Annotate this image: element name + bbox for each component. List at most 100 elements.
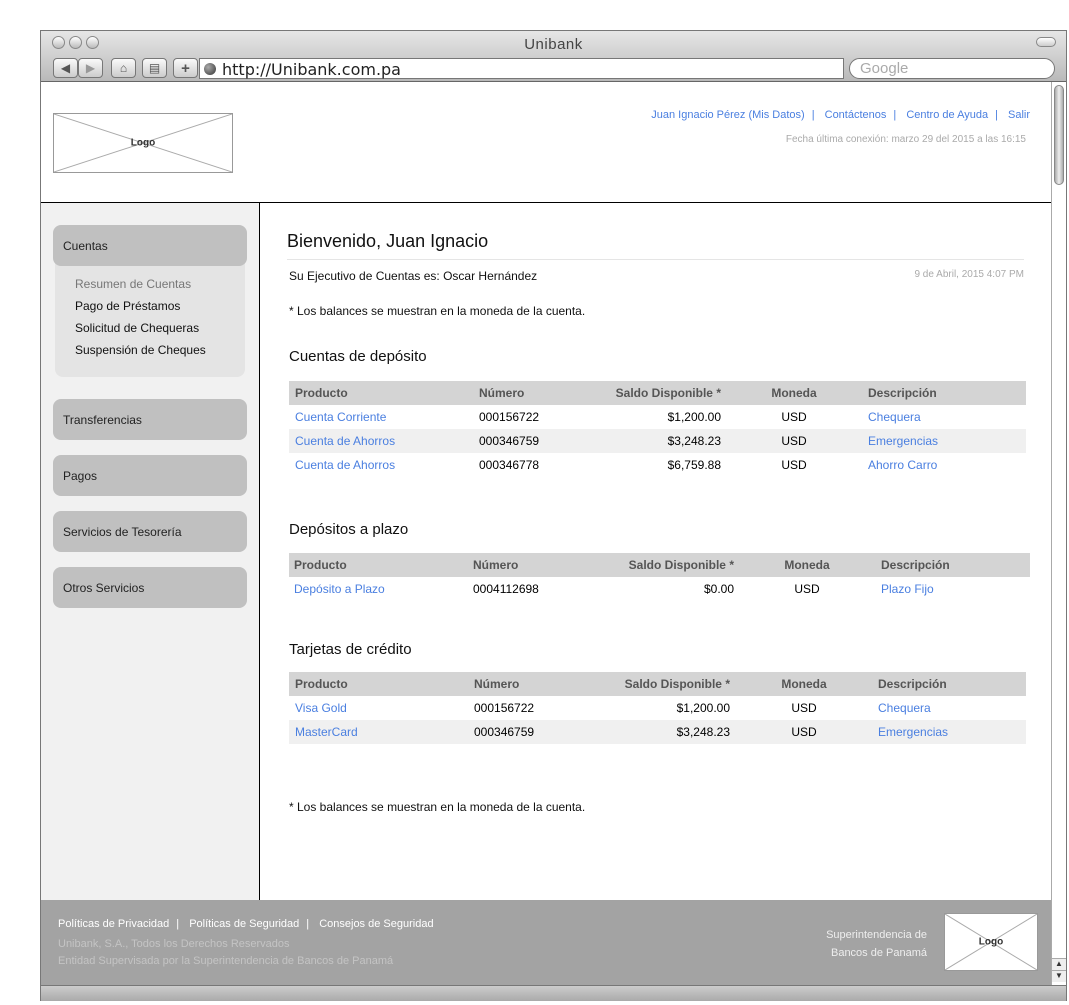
status-bar — [41, 985, 1066, 1001]
search-input[interactable]: Google — [849, 58, 1055, 79]
logo: Logo — [53, 113, 233, 173]
description-link[interactable]: Chequera — [878, 701, 931, 715]
current-datetime: 9 de Abril, 2015 4:07 PM — [914, 269, 1024, 280]
cuentas-submenu: Resumen de Cuentas Pago de Préstamos Sol… — [55, 251, 245, 377]
site-footer: Políticas de Privacidad | Políticas de Se… — [41, 900, 1051, 985]
submenu-pago-prestamos[interactable]: Pago de Préstamos — [75, 299, 180, 313]
accounts-table: Producto Número Saldo Disponible * Moneda De… — [289, 381, 1026, 477]
account-number: 000346759 — [479, 434, 540, 448]
cell-text: USD — [781, 434, 807, 448]
product-link[interactable]: Cuenta de Ahorros — [295, 458, 395, 472]
column-header: Producto — [294, 558, 347, 572]
divider — [287, 259, 1024, 260]
column-header: Saldo Disponible * — [624, 677, 730, 691]
column-header: Descripción — [878, 677, 947, 691]
accounts-table: Producto Número Saldo Disponible * Moneda De… — [289, 553, 1030, 601]
column-header: Número — [479, 386, 525, 400]
url-text: http://Unibank.com.pa — [222, 60, 401, 79]
scroll-up-icon[interactable]: ▲ — [1052, 958, 1066, 970]
superintendencia-label: Superintendencia de Bancos de Panamá — [826, 926, 927, 962]
submenu-solicitud-chequeras[interactable]: Solicitud de Chequeras — [75, 321, 199, 335]
globe-icon — [204, 63, 216, 75]
description-link[interactable]: Plazo Fijo — [881, 582, 934, 596]
product-link[interactable]: Depósito a Plazo — [294, 582, 385, 596]
home-icon[interactable]: ⌂ — [111, 58, 136, 78]
sidebar-item-otros-servicios[interactable]: Otros Servicios — [53, 567, 247, 608]
copyright: Unibank, S.A., Todos los Derechos Reserv… — [58, 938, 290, 950]
account-number: 000156722 — [474, 701, 535, 715]
footer-links: Políticas de Privacidad | Políticas de Se… — [58, 918, 434, 930]
scroll-thumb[interactable] — [1054, 85, 1064, 185]
section-title: Cuentas de depósito — [289, 348, 427, 365]
add-bookmark-icon[interactable]: + — [173, 58, 198, 78]
description-link[interactable]: Emergencias — [868, 434, 938, 448]
table-header: Producto Número Saldo Disponible * Moneda De… — [289, 381, 1026, 405]
cell-text: Moneda — [771, 386, 817, 400]
last-connection: Fecha última conexión: marzo 29 del 2015… — [785, 134, 1026, 145]
account-number: 000346759 — [474, 725, 535, 739]
sidebar-item-tesoreria[interactable]: Servicios de Tesorería — [53, 511, 247, 552]
cell-text: Moneda — [784, 558, 830, 572]
main-content: Bienvenido, Juan Ignacio Su Ejecutivo de… — [261, 203, 1051, 900]
sidebar-item-pagos[interactable]: Pagos — [53, 455, 247, 496]
contact-link[interactable]: Contáctenos — [825, 109, 887, 121]
column-header: Número — [473, 558, 519, 572]
account-number: 000156722 — [479, 410, 540, 424]
sidebar: Resumen de Cuentas Pago de Préstamos Sol… — [41, 203, 260, 900]
security-policy-link[interactable]: Políticas de Seguridad — [189, 918, 299, 930]
print-icon[interactable]: ▤ — [142, 58, 167, 78]
page: Logo Juan Ignacio Pérez (Mis Datos) | Con… — [41, 82, 1051, 985]
cell-text: USD — [794, 582, 820, 596]
security-tips-link[interactable]: Consejos de Seguridad — [319, 918, 433, 930]
description-link[interactable]: Ahorro Carro — [868, 458, 937, 472]
available-balance: $1,200.00 — [667, 410, 721, 424]
balance-note-bottom: * Los balances se muestran en la moneda … — [289, 800, 586, 814]
available-balance: $0.00 — [703, 582, 734, 596]
account-number: 0004112698 — [473, 582, 539, 596]
sup-line-2: Bancos de Panamá — [830, 947, 927, 959]
sidebar-item-transferencias[interactable]: Transferencias — [53, 399, 247, 440]
section-title: Tarjetas de crédito — [289, 641, 412, 658]
cell-text: USD — [791, 701, 817, 715]
vertical-scrollbar[interactable]: ▲ ▼ — [1051, 82, 1066, 985]
product-link[interactable]: MasterCard — [295, 725, 358, 739]
site-header: Logo Juan Ignacio Pérez (Mis Datos) | Con… — [41, 82, 1051, 203]
my-data-link[interactable]: Juan Ignacio Pérez (Mis Datos) — [651, 109, 804, 121]
description-link[interactable]: Emergencias — [878, 725, 948, 739]
cell-text: Moneda — [781, 677, 827, 691]
toolbar-toggle-button[interactable] — [1036, 37, 1056, 47]
logout-link[interactable]: Salir — [1008, 109, 1030, 121]
privacy-policy-link[interactable]: Políticas de Privacidad — [58, 918, 169, 930]
table-row: Cuenta de Ahorros 000346759 $3,248.23 USD Em… — [289, 429, 1026, 453]
table-row: Visa Gold 000156722 $1,200.00 USD Chequera — [289, 696, 1026, 720]
help-center-link[interactable]: Centro de Ayuda — [906, 109, 988, 121]
table-row: Cuenta Corriente 000156722 $1,200.00 USD Che… — [289, 405, 1026, 429]
back-icon[interactable]: ◀ — [53, 58, 78, 78]
top-links: Juan Ignacio Pérez (Mis Datos) | Contácte… — [651, 109, 1030, 121]
column-header: Descripción — [881, 558, 950, 572]
cell-text: USD — [781, 458, 807, 472]
description-link[interactable]: Chequera — [868, 410, 921, 424]
submenu-suspension-cheques[interactable]: Suspensión de Cheques — [75, 343, 206, 357]
product-link[interactable]: Cuenta de Ahorros — [295, 434, 395, 448]
available-balance: $1,200.00 — [676, 701, 730, 715]
product-link[interactable]: Cuenta Corriente — [295, 410, 386, 424]
scroll-down-icon[interactable]: ▼ — [1052, 970, 1066, 982]
product-link[interactable]: Visa Gold — [295, 701, 347, 715]
accounts-table: Producto Número Saldo Disponible * Moneda De… — [289, 672, 1026, 744]
table-row: Depósito a Plazo 0004112698 $0.00 USD Plazo … — [289, 577, 1030, 601]
address-bar[interactable]: http://Unibank.com.pa — [199, 58, 844, 79]
sidebar-item-cuentas[interactable]: Cuentas — [53, 225, 247, 266]
forward-icon[interactable]: ▶ — [78, 58, 103, 78]
table-row: Cuenta de Ahorros 000346778 $6,759.88 USD Ah… — [289, 453, 1026, 477]
table-row: MasterCard 000346759 $3,248.23 USD Emergenci… — [289, 720, 1026, 744]
sup-line-1: Superintendencia de — [826, 929, 927, 941]
table-header: Producto Número Saldo Disponible * Moneda De… — [289, 672, 1026, 696]
browser-window: Unibank ◀ ▶ ⌂ ▤ + http://Unibank.com.pa … — [40, 30, 1067, 1001]
column-header: Número — [474, 677, 520, 691]
column-header: Saldo Disponible * — [615, 386, 721, 400]
supervision-note: Entidad Supervisada por la Superintenden… — [58, 955, 394, 967]
column-header: Saldo Disponible * — [628, 558, 734, 572]
page-title: Bienvenido, Juan Ignacio — [287, 231, 489, 251]
submenu-resumen-cuentas[interactable]: Resumen de Cuentas — [75, 277, 191, 291]
